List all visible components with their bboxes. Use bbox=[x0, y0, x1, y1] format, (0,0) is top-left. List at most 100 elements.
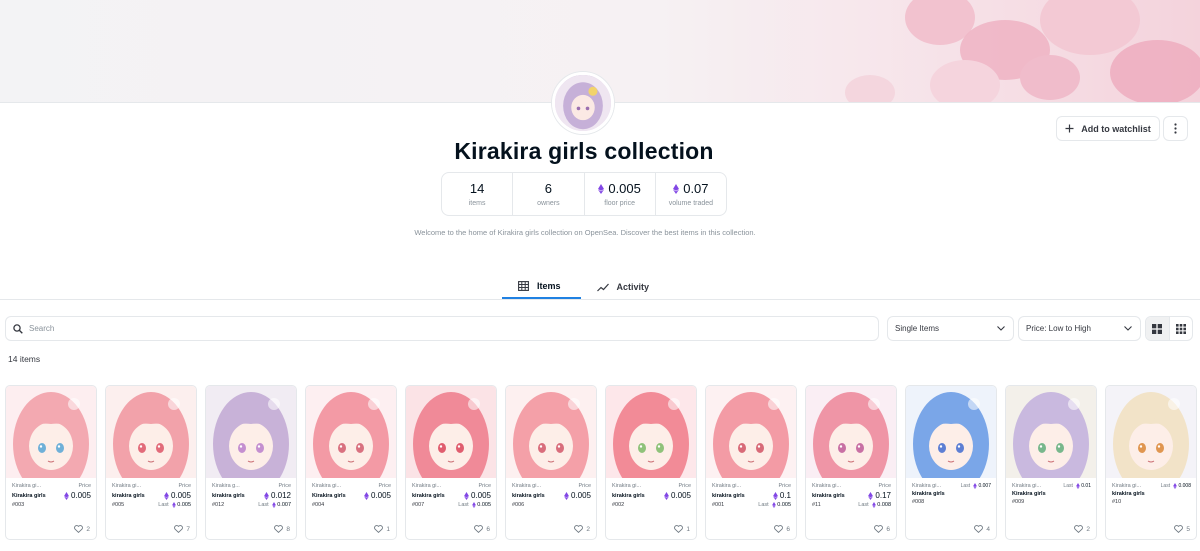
small-grid-icon bbox=[1175, 323, 1186, 334]
search-box[interactable] bbox=[5, 316, 879, 341]
eth-icon bbox=[472, 502, 477, 508]
price-label: Price bbox=[78, 483, 91, 489]
item-price: 0.005 bbox=[64, 491, 91, 500]
item-type-select[interactable]: Single Items bbox=[887, 316, 1014, 341]
nft-image[interactable] bbox=[6, 386, 96, 478]
favorite-button[interactable]: 6 bbox=[774, 525, 790, 533]
nft-card[interactable]: Kirakira gi... Price Kirakira girls 0.00… bbox=[305, 385, 397, 540]
nft-id: #001 bbox=[712, 502, 725, 508]
like-count: 6 bbox=[486, 525, 490, 533]
eth-icon bbox=[872, 502, 877, 508]
chevron-down-icon bbox=[997, 326, 1005, 331]
nft-id-row: #007 Last 0.005 bbox=[412, 502, 491, 508]
favorite-button[interactable]: 6 bbox=[474, 525, 490, 533]
nft-name: kirakira girls bbox=[912, 491, 945, 497]
watchlist-label: Add to watchlist bbox=[1081, 123, 1151, 134]
nft-name: kirakira girls bbox=[512, 492, 545, 499]
sort-select[interactable]: Price: Low to High bbox=[1018, 316, 1141, 341]
nft-id-row: #001 Last 0.005 bbox=[712, 502, 791, 508]
nft-card[interactable]: Kirakira gi... Price kirakira girls 0.1 … bbox=[705, 385, 797, 540]
stat-value: 14 bbox=[469, 181, 485, 196]
nft-info: Kirakira gi... Price Kirakira girls 0.00… bbox=[306, 478, 396, 522]
price-label: Price bbox=[178, 483, 191, 489]
heart-icon bbox=[874, 525, 884, 533]
nft-name-row: kirakira girls 0.17 bbox=[812, 491, 891, 500]
large-grid-button[interactable] bbox=[1146, 317, 1170, 340]
tab-activity[interactable]: Activity bbox=[581, 275, 670, 299]
more-vertical-icon bbox=[1174, 123, 1177, 134]
nft-image[interactable] bbox=[606, 386, 696, 478]
nft-image[interactable] bbox=[206, 386, 296, 478]
nft-name: kirakira girls bbox=[412, 492, 445, 499]
nft-image[interactable] bbox=[406, 386, 496, 478]
collection-name: Kirakira gi... bbox=[912, 483, 942, 489]
nft-meta-row: Kirakira gi... Price bbox=[812, 483, 891, 489]
collection-name: Kirakira gi... bbox=[412, 483, 442, 489]
tab-items[interactable]: Items bbox=[502, 275, 581, 299]
favorite-button[interactable]: 1 bbox=[674, 525, 690, 533]
search-icon bbox=[13, 323, 23, 334]
nft-meta-row: Kirakira gi... Price bbox=[12, 483, 91, 489]
nft-name-row: Kirakira girls 0.005 bbox=[12, 491, 91, 500]
anime-girl-image bbox=[106, 386, 196, 478]
like-count: 5 bbox=[1186, 525, 1190, 533]
favorite-button[interactable]: 2 bbox=[1074, 525, 1090, 533]
nft-image[interactable] bbox=[306, 386, 396, 478]
nft-card[interactable]: Kirakira gi... Last 0.008 kirakira girls… bbox=[1105, 385, 1197, 540]
favorite-button[interactable]: 8 bbox=[274, 525, 290, 533]
stat-items[interactable]: 14 items bbox=[442, 173, 514, 215]
nft-image[interactable] bbox=[506, 386, 596, 478]
nft-card[interactable]: Kirakira gi... Price kirakira girls 0.00… bbox=[505, 385, 597, 540]
stat-floor-price[interactable]: 0.005 floor price bbox=[585, 173, 656, 215]
banner-blossom bbox=[1020, 55, 1080, 100]
nft-image[interactable] bbox=[806, 386, 896, 478]
nft-id-row: #005 Last 0.005 bbox=[112, 502, 191, 508]
nft-image[interactable] bbox=[706, 386, 796, 478]
favorite-button[interactable]: 2 bbox=[74, 525, 90, 533]
favorite-button[interactable]: 5 bbox=[1174, 525, 1190, 533]
nft-id: #11 bbox=[812, 502, 821, 508]
banner-blossom bbox=[930, 60, 1000, 102]
like-count: 1 bbox=[686, 525, 690, 533]
nft-card[interactable]: Kirakira g... Price kirakira girls 0.012… bbox=[205, 385, 297, 540]
stat-volume-traded[interactable]: 0.07 volume traded bbox=[656, 173, 726, 215]
favorite-button[interactable]: 7 bbox=[174, 525, 190, 533]
nft-info: Kirakira gi... Last 0.01 Kirakira girls … bbox=[1006, 478, 1096, 522]
eth-icon bbox=[172, 502, 177, 508]
nft-meta-row: Kirakira gi... Price bbox=[412, 483, 491, 489]
nft-image[interactable] bbox=[106, 386, 196, 478]
nft-name: kirakira girls bbox=[812, 492, 845, 499]
nft-card[interactable]: Kirakira gi... Last 0.007 kirakira girls… bbox=[905, 385, 997, 540]
last-sale: Last 0.01 bbox=[1063, 483, 1091, 489]
nft-image[interactable] bbox=[906, 386, 996, 478]
nft-card[interactable]: Kirakira gi... Price kirakira girls 0.00… bbox=[405, 385, 497, 540]
like-count: 6 bbox=[786, 525, 790, 533]
nft-card[interactable]: Kirakira gi... Price kirakira girls 0.17… bbox=[805, 385, 897, 540]
banner-blossom bbox=[1110, 40, 1200, 102]
search-input[interactable] bbox=[29, 324, 849, 333]
nft-id: #008 bbox=[912, 499, 925, 505]
heart-icon bbox=[774, 525, 784, 533]
nft-card[interactable]: Kirakira gi... Price kirakira girls 0.00… bbox=[105, 385, 197, 540]
stat-owners[interactable]: 6 owners bbox=[513, 173, 585, 215]
collection-name: Kirakira gi... bbox=[1112, 483, 1142, 489]
nft-card[interactable]: Kirakira gi... Price kirakira girls 0.00… bbox=[605, 385, 697, 540]
favorite-button[interactable]: 6 bbox=[874, 525, 890, 533]
nft-info: Kirakira gi... Price kirakira girls 0.00… bbox=[506, 478, 596, 522]
anime-girl-image bbox=[706, 386, 796, 478]
favorite-button[interactable]: 2 bbox=[574, 525, 590, 533]
eth-icon bbox=[664, 491, 669, 500]
favorite-button[interactable]: 4 bbox=[974, 525, 990, 533]
nft-image[interactable] bbox=[1106, 386, 1196, 478]
nft-id: #007 bbox=[412, 502, 425, 508]
small-grid-button[interactable] bbox=[1170, 317, 1193, 340]
nft-card[interactable]: Kirakira gi... Price Kirakira girls 0.00… bbox=[5, 385, 97, 540]
eth-icon bbox=[64, 491, 69, 500]
nft-card[interactable]: Kirakira gi... Last 0.01 Kirakira girls … bbox=[1005, 385, 1097, 540]
collection-name: Kirakira gi... bbox=[512, 483, 542, 489]
nft-name-row: kirakira girls bbox=[912, 491, 991, 497]
last-sale: Last 0.005 bbox=[758, 502, 791, 508]
favorite-button[interactable]: 1 bbox=[374, 525, 390, 533]
nft-image[interactable] bbox=[1006, 386, 1096, 478]
nft-id: #003 bbox=[12, 502, 25, 508]
